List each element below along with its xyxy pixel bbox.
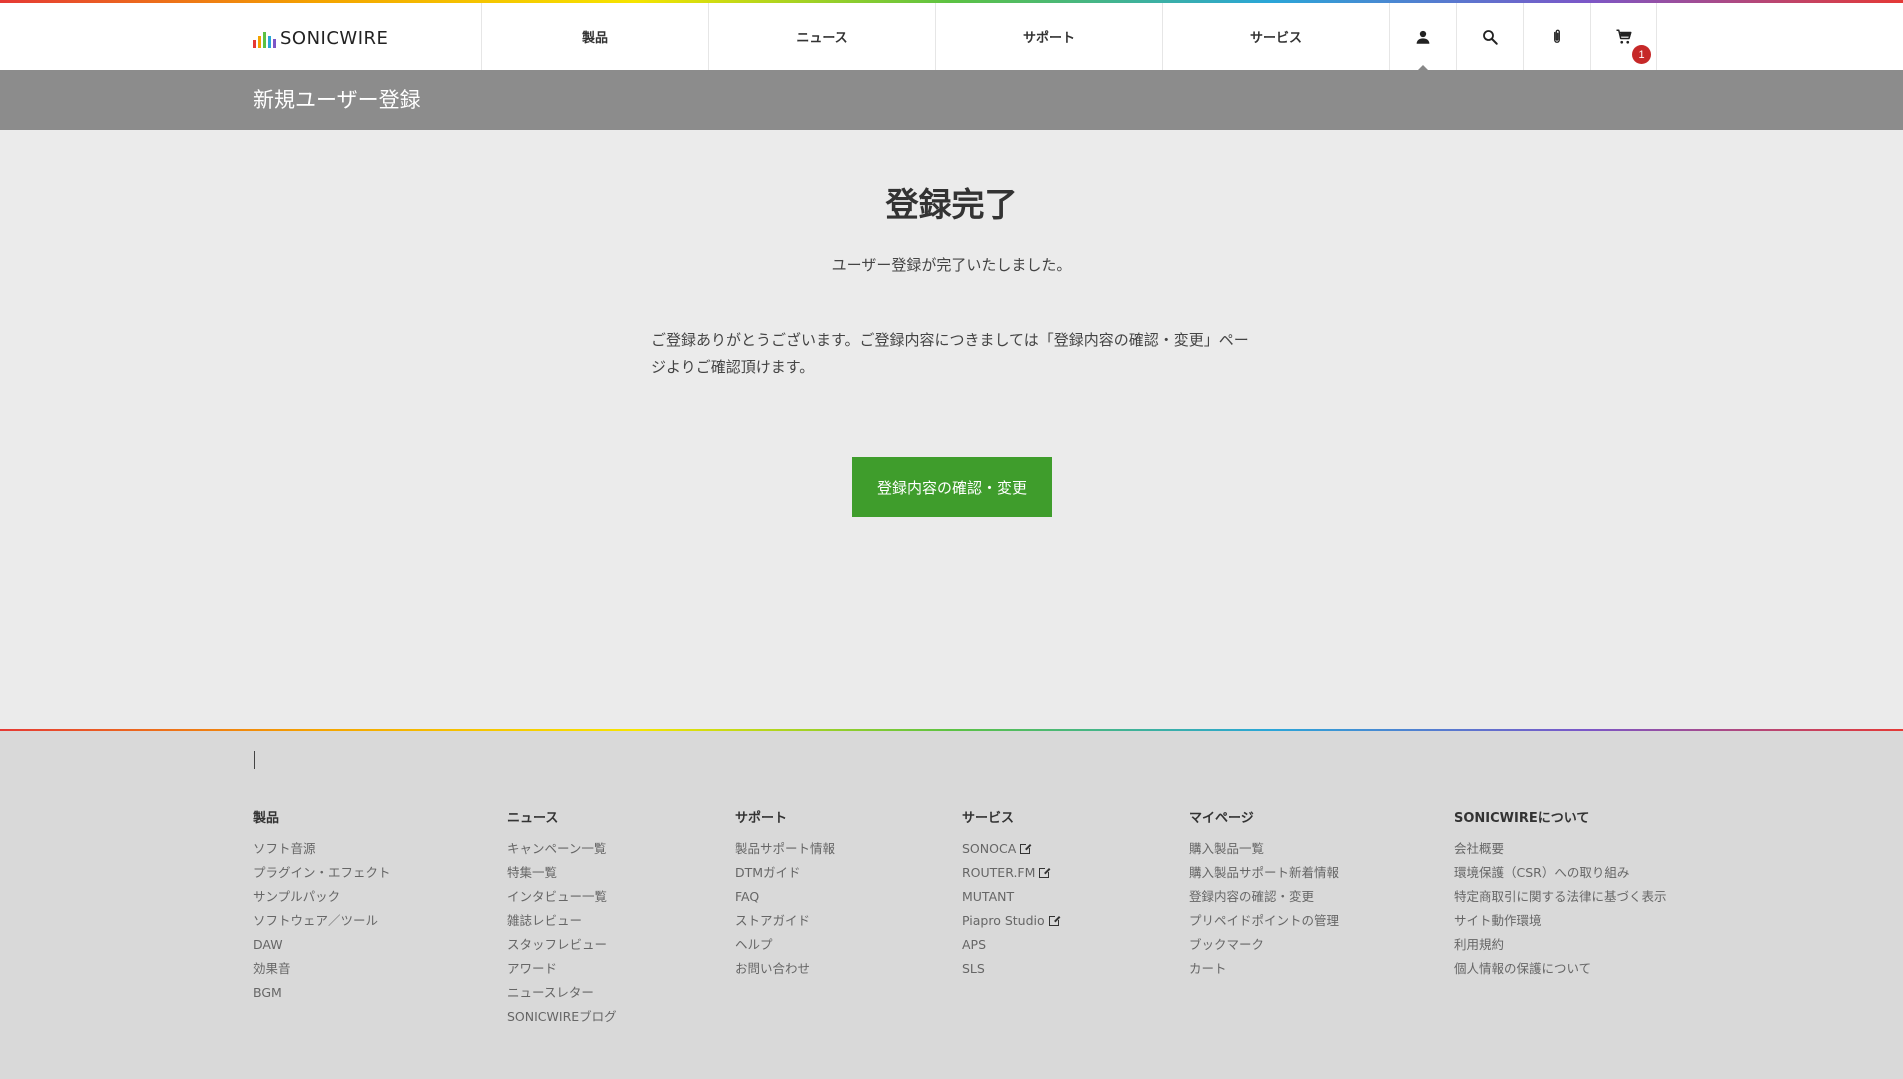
footer-link[interactable]: 登録内容の確認・変更 <box>1189 888 1339 912</box>
bookmark-clip-button[interactable] <box>1523 3 1590 70</box>
footer-column-products: 製品 ソフト音源 プラグイン・エフェクト サンプルパック ソフトウェア／ツール … <box>253 807 391 1008</box>
nav-item-services[interactable]: サービス <box>1162 3 1389 70</box>
confirm-registration-button[interactable]: 登録内容の確認・変更 <box>852 457 1052 517</box>
logo-bar <box>273 39 276 48</box>
footer-link-label: SONOCA <box>962 841 1017 856</box>
footer-link[interactable]: ヘルプ <box>735 936 835 960</box>
footer-column-services: サービス SONOCA ROUTER.FM MUTANT Piapro Stud… <box>962 807 1060 984</box>
footer-link[interactable]: サンプルパック <box>253 888 391 912</box>
footer-link[interactable]: MUTANT <box>962 888 1059 912</box>
footer-link[interactable]: ソフトウェア／ツール <box>253 912 391 936</box>
logo-bars-icon <box>253 30 276 48</box>
footer-link-list: ソフト音源 プラグイン・エフェクト サンプルパック ソフトウェア／ツール DAW… <box>253 840 391 1008</box>
footer-link[interactable]: SONICWIREブログ <box>507 1008 617 1032</box>
footer-link[interactable]: BGM <box>253 984 391 1008</box>
footer-link[interactable]: カート <box>1189 960 1339 984</box>
footer-link[interactable]: 製品サポート情報 <box>735 840 835 864</box>
footer-link[interactable]: DAW <box>253 936 391 960</box>
footer-link[interactable]: サイト動作環境 <box>1454 912 1667 936</box>
footer-column-title: マイページ <box>1189 811 1254 826</box>
footer-link-label: Piapro Studio <box>962 913 1045 928</box>
external-link-icon <box>1020 843 1032 854</box>
paperclip-icon <box>1554 29 1560 43</box>
site-footer: 製品 ソフト音源 プラグイン・エフェクト サンプルパック ソフトウェア／ツール … <box>0 731 1903 1079</box>
footer-link[interactable]: スタッフレビュー <box>507 936 617 960</box>
completion-subheading: ユーザー登録が完了いたしました。 <box>831 256 1072 274</box>
cart-count-badge: 1 <box>1632 45 1651 64</box>
footer-link[interactable]: ニュースレター <box>507 984 617 1008</box>
sonicwire-logo[interactable]: SONICWIRE <box>253 28 388 48</box>
footer-link-list: 購入製品一覧 購入製品サポート新着情報 登録内容の確認・変更 プリペイドポイント… <box>1189 840 1339 984</box>
external-link-icon <box>1039 867 1051 878</box>
footer-link-list: キャンペーン一覧 特集一覧 インタビュー一覧 雑誌レビュー スタッフレビュー ア… <box>507 840 617 1032</box>
footer-link[interactable]: ストアガイド <box>735 912 835 936</box>
site-header: SONICWIRE 製品 ニュース サポート サービス 1 <box>0 3 1903 71</box>
cart-icon <box>1616 29 1631 44</box>
footer-column-support: サポート 製品サポート情報 DTMガイド FAQ ストアガイド ヘルプ お問い合… <box>735 807 835 984</box>
footer-link[interactable]: DTMガイド <box>735 864 835 888</box>
page-title-band: 新規ユーザー登録 <box>0 70 1903 130</box>
completion-heading: 登録完了 <box>885 185 1018 224</box>
footer-link[interactable]: アワード <box>507 960 617 984</box>
main-nav: 製品 ニュース サポート サービス <box>481 3 1389 70</box>
footer-link[interactable]: 環境保護（CSR）への取り組み <box>1454 864 1667 888</box>
nav-item-products[interactable]: 製品 <box>481 3 708 70</box>
footer-link[interactable]: キャンペーン一覧 <box>507 840 617 864</box>
footer-column-title: サポート <box>735 811 788 826</box>
nav-item-news[interactable]: ニュース <box>708 3 935 70</box>
footer-link[interactable]: ROUTER.FM <box>962 864 1059 888</box>
footer-link[interactable]: プリペイドポイントの管理 <box>1189 912 1339 936</box>
footer-link-list: SONOCA ROUTER.FM MUTANT Piapro Studio AP… <box>962 840 1060 984</box>
footer-link-label: ROUTER.FM <box>962 865 1036 880</box>
nav-item-support[interactable]: サポート <box>935 3 1162 70</box>
user-button[interactable] <box>1389 3 1456 71</box>
footer-link[interactable]: 雑誌レビュー <box>507 912 617 936</box>
search-button[interactable] <box>1456 3 1523 70</box>
footer-column-news: ニュース キャンペーン一覧 特集一覧 インタビュー一覧 雑誌レビュー スタッフレ… <box>507 807 617 1032</box>
footer-column-title: ニュース <box>507 811 559 826</box>
footer-column-title: SONICWIREについて <box>1454 811 1590 826</box>
cart-button[interactable]: 1 <box>1590 3 1657 70</box>
page-title: 新規ユーザー登録 <box>253 88 421 112</box>
footer-link[interactable]: 購入製品一覧 <box>1189 840 1339 864</box>
user-icon <box>1416 30 1430 44</box>
footer-link[interactable]: インタビュー一覧 <box>507 888 617 912</box>
footer-link[interactable]: SLS <box>962 960 1059 984</box>
logo-text: SONICWIRE <box>280 28 389 49</box>
logo-bar <box>253 40 256 48</box>
external-link-icon <box>1048 915 1060 926</box>
footer-link[interactable]: 購入製品サポート新着情報 <box>1189 864 1339 888</box>
footer-link[interactable]: APS <box>962 936 1059 960</box>
footer-column-title: サービス <box>962 811 1015 826</box>
footer-link[interactable]: 特集一覧 <box>507 864 617 888</box>
logo-bar <box>263 32 266 48</box>
footer-link[interactable]: ブックマーク <box>1189 936 1339 960</box>
footer-link[interactable]: SONOCA <box>962 840 1059 864</box>
footer-text-cursor <box>254 751 255 769</box>
logo-bar <box>258 36 261 48</box>
footer-link[interactable]: 利用規約 <box>1454 936 1667 960</box>
footer-link[interactable]: 個人情報の保護について <box>1454 960 1667 984</box>
footer-link[interactable]: FAQ <box>735 888 835 912</box>
footer-link[interactable]: お問い合わせ <box>735 960 835 984</box>
footer-column-title: 製品 <box>253 811 280 826</box>
footer-link[interactable]: 特定商取引に関する法律に基づく表示 <box>1454 888 1667 912</box>
footer-link[interactable]: 効果音 <box>253 960 391 984</box>
search-icon <box>1483 29 1498 45</box>
footer-link[interactable]: Piapro Studio <box>962 912 1060 936</box>
logo-bar <box>268 36 271 48</box>
footer-column-about: SONICWIREについて 会社概要 環境保護（CSR）への取り組み 特定商取引… <box>1454 807 1667 984</box>
header-icon-group: 1 <box>1389 3 1657 71</box>
main-content: 登録完了 ユーザー登録が完了いたしました。 ご登録ありがとうございます。ご登録内… <box>0 130 1903 729</box>
footer-link[interactable]: ソフト音源 <box>253 840 391 864</box>
footer-column-mypage: マイページ 購入製品一覧 購入製品サポート新着情報 登録内容の確認・変更 プリペ… <box>1189 807 1339 984</box>
footer-link[interactable]: 会社概要 <box>1454 840 1667 864</box>
footer-link-list: 会社概要 環境保護（CSR）への取り組み 特定商取引に関する法律に基づく表示 サ… <box>1454 840 1667 984</box>
footer-link-list: 製品サポート情報 DTMガイド FAQ ストアガイド ヘルプ お問い合わせ <box>735 840 835 984</box>
completion-message: ご登録ありがとうございます。ご登録内容につきましては「登録内容の確認・変更」ペー… <box>651 331 1249 376</box>
footer-link[interactable]: プラグイン・エフェクト <box>253 864 391 888</box>
